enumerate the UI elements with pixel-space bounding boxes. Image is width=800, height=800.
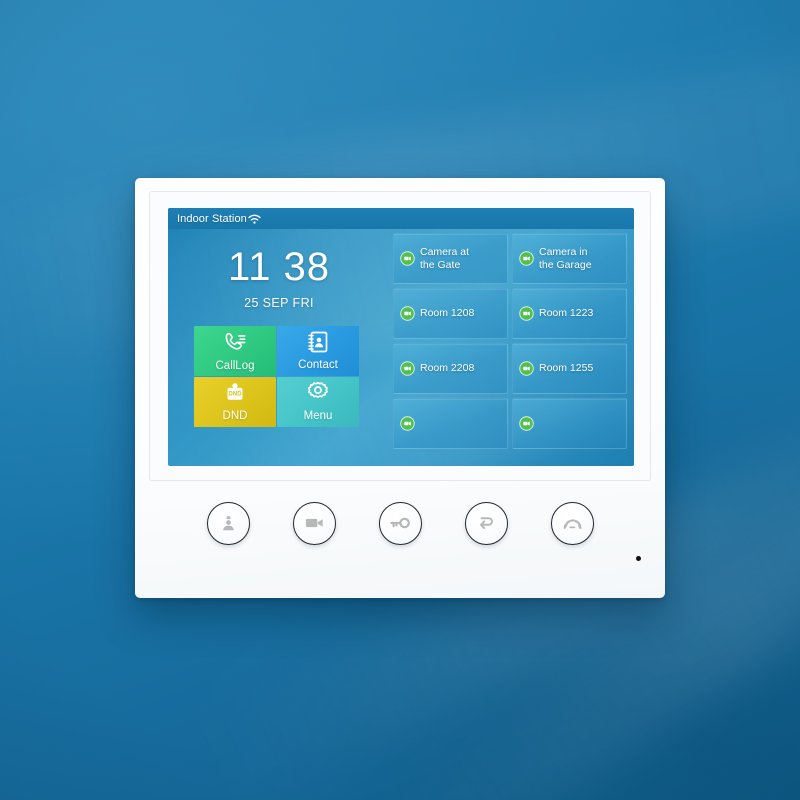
dnd-tag-icon: DND: [223, 381, 247, 410]
tile-dnd-label: DND: [222, 410, 248, 423]
tile-menu[interactable]: Menu: [277, 377, 359, 427]
contact-name: Room 1255: [539, 362, 594, 375]
clock-hours: 11: [227, 245, 272, 289]
contact-tile[interactable]: Camera in the Garage: [512, 233, 627, 284]
camera-badge-icon: [400, 416, 415, 431]
video-camera-icon: [305, 516, 324, 530]
contact-name: Room 1223: [539, 307, 594, 320]
clock-widget: 11 38 25 SEP FRI: [168, 235, 390, 310]
contact-name: Room 2208: [420, 362, 475, 375]
clock-minutes: 38: [283, 245, 331, 289]
key-icon: [390, 517, 410, 529]
tile-calllog[interactable]: CallLog: [194, 326, 276, 376]
function-tile-grid: CallLog Contact DND DND Menu: [168, 326, 390, 427]
screen-bezel: Indoor Station 11 38 25 SEP FRI CallLog …: [149, 191, 651, 481]
camera-badge-icon: [519, 416, 534, 431]
home-screen-body: 11 38 25 SEP FRI CallLog Contact DND DND…: [168, 229, 634, 466]
transfer-button[interactable]: [464, 501, 508, 545]
camera-badge-icon: [400, 306, 415, 321]
hardware-button-row: [135, 488, 665, 558]
page-title: Indoor Station: [177, 212, 247, 225]
contact-tile[interactable]: Room 1208: [393, 288, 508, 339]
contact-name-line2: the Gate: [420, 258, 461, 271]
hangup-phone-icon: [563, 516, 582, 531]
video-button[interactable]: [292, 501, 336, 545]
led-indicator: [636, 556, 641, 561]
contact-tile[interactable]: Room 1223: [512, 288, 627, 339]
wifi-icon: [247, 213, 262, 225]
camera-badge-icon: [519, 251, 534, 266]
hangup-button[interactable]: [550, 501, 594, 545]
contact-name-line2: the Garage: [539, 258, 592, 271]
address-book-icon: [307, 330, 329, 359]
contact-name: Room 1208: [420, 307, 475, 320]
unlock-button[interactable]: [378, 501, 422, 545]
concierge-person-icon: [220, 515, 237, 532]
clock-date: 25 SEP FRI: [244, 296, 314, 310]
contact-tile[interactable]: Room 2208: [393, 343, 508, 394]
contact-name-line1: Camera in: [539, 246, 588, 259]
tile-dnd[interactable]: DND DND: [194, 377, 276, 427]
return-arrow-icon: [477, 516, 495, 530]
contact-name-line1: Camera at: [420, 246, 470, 259]
contact-tile[interactable]: Room 1255: [512, 343, 627, 394]
contact-name: Camera at the Gate: [420, 246, 469, 271]
camera-badge-icon: [400, 251, 415, 266]
camera-badge-icon: [519, 306, 534, 321]
left-pane: 11 38 25 SEP FRI CallLog Contact DND DND…: [168, 229, 390, 466]
gear-icon: [306, 381, 330, 410]
tile-menu-label: Menu: [303, 410, 333, 423]
status-bar: Indoor Station: [168, 208, 634, 229]
camera-badge-icon: [519, 361, 534, 376]
concierge-button[interactable]: [206, 501, 250, 545]
contact-tile[interactable]: [393, 398, 508, 449]
indoor-station-device: Indoor Station 11 38 25 SEP FRI CallLog …: [135, 178, 665, 598]
svg-text:DND: DND: [228, 391, 242, 398]
contact-tile[interactable]: Camera at the Gate: [393, 233, 508, 284]
contacts-grid: Camera atthe Gate Camera inthe Garage: [390, 229, 634, 466]
camera-badge-icon: [400, 361, 415, 376]
phone-log-icon: [223, 330, 248, 360]
tile-contact-label: Contact: [298, 359, 338, 372]
contact-name: Camera in the Garage: [539, 246, 592, 271]
tile-calllog-label: CallLog: [215, 359, 255, 372]
contact-tile[interactable]: [512, 398, 627, 449]
clock-time: 11 38: [168, 247, 390, 287]
touchscreen-display[interactable]: Indoor Station 11 38 25 SEP FRI CallLog …: [168, 208, 634, 466]
tile-contact[interactable]: Contact: [277, 326, 359, 376]
